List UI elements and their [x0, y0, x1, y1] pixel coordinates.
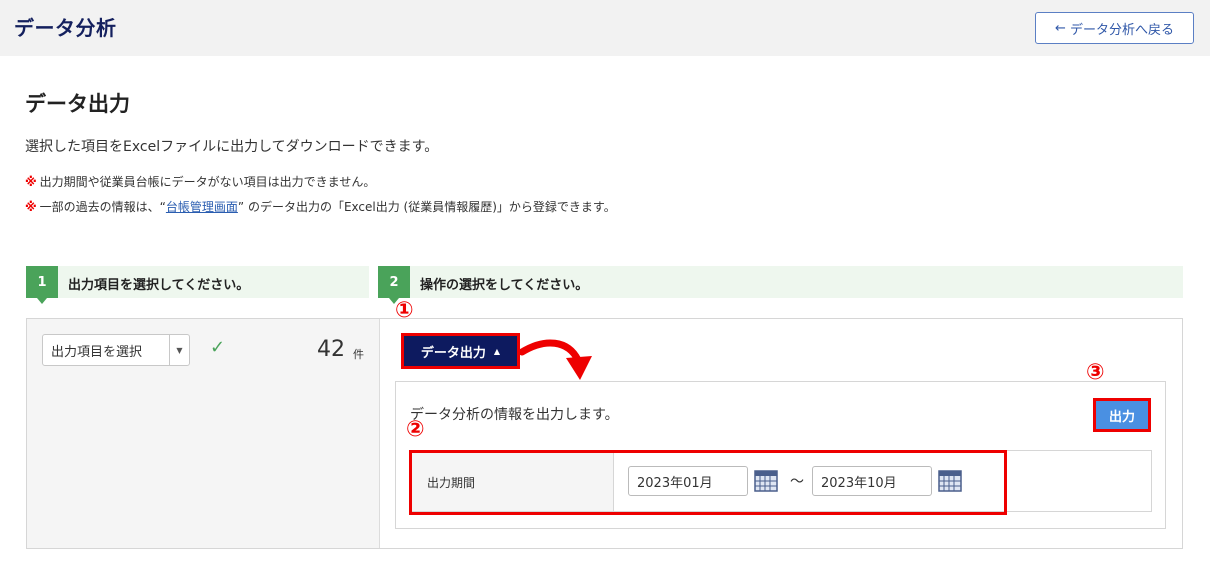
step-1-number: 1: [26, 266, 58, 304]
page-title: データ出力: [25, 92, 130, 116]
period-label: 出力期間: [427, 476, 476, 490]
annotation-arrow-icon: [520, 339, 592, 380]
step-2-label: 操作の選択をしてください。: [420, 278, 589, 293]
checkmark-icon: ✓: [210, 337, 226, 358]
header-bar: データ分析 ← データ分析へ戻る: [0, 0, 1210, 56]
period-end-input[interactable]: [812, 466, 932, 496]
note-mark: ※: [25, 175, 37, 189]
select-label: 出力項目を選択: [51, 344, 143, 360]
note-2-text-after: ” のデータ出力の「Excel出力 (従業員情報履歴)」から登録できます。: [237, 200, 616, 214]
data-export-button[interactable]: データ出力 ▲: [402, 334, 519, 368]
output-button[interactable]: 出力: [1093, 398, 1151, 432]
page-description: 選択した項目をExcelファイルに出力してダウンロードできます。: [25, 139, 439, 155]
period-start-input[interactable]: [628, 466, 748, 496]
callout-2: ②: [406, 417, 425, 442]
export-description: データ分析の情報を出力します。: [410, 407, 619, 423]
item-count-unit: 件: [353, 348, 364, 361]
app-title: データ分析: [14, 16, 117, 40]
item-count: 42: [317, 337, 345, 362]
note-1: ※ 出力期間や従業員台帳にデータがない項目は出力できません。: [25, 173, 375, 190]
callout-1: ①: [395, 298, 414, 323]
back-to-analysis-button[interactable]: ← データ分析へ戻る: [1035, 12, 1194, 44]
export-options-panel: データ分析の情報を出力します。 出力 出力期間 ～: [395, 381, 1166, 529]
caret-down-icon[interactable]: ▼: [169, 335, 189, 365]
calendar-icon[interactable]: [938, 469, 962, 493]
back-button-label: データ分析へ戻る: [1069, 22, 1174, 38]
period-label-cell: 出力期間: [411, 451, 614, 511]
note-2: ※ 一部の過去の情報は、“台帳管理画面” のデータ出力の「Excel出力 (従業員…: [25, 198, 616, 215]
step-2-number: 2: [378, 266, 410, 304]
calendar-icon[interactable]: [754, 469, 778, 493]
step-1-header: 1 出力項目を選択してください。: [26, 266, 369, 304]
data-export-label: データ出力: [420, 345, 486, 361]
output-item-select[interactable]: 出力項目を選択 ▼: [42, 334, 190, 366]
note-mark: ※: [25, 200, 37, 214]
item-select-column: 出力項目を選択 ▼ ✓ 42 件: [27, 319, 380, 548]
range-separator: ～: [790, 474, 804, 490]
caret-up-icon: ▲: [493, 346, 501, 356]
step-2-header: 2 操作の選択をしてください。: [378, 266, 1183, 304]
step-1-label: 出力項目を選択してください。: [68, 278, 250, 293]
callout-3: ③: [1086, 360, 1105, 385]
note-1-text: 出力期間や従業員台帳にデータがない項目は出力できません。: [39, 175, 376, 189]
output-period-row: 出力期間 ～: [410, 450, 1152, 512]
note-2-text-before: 一部の過去の情報は、“: [39, 200, 166, 214]
ledger-management-link[interactable]: 台帳管理画面: [166, 200, 238, 214]
arrow-left-icon: ←: [1055, 20, 1066, 36]
